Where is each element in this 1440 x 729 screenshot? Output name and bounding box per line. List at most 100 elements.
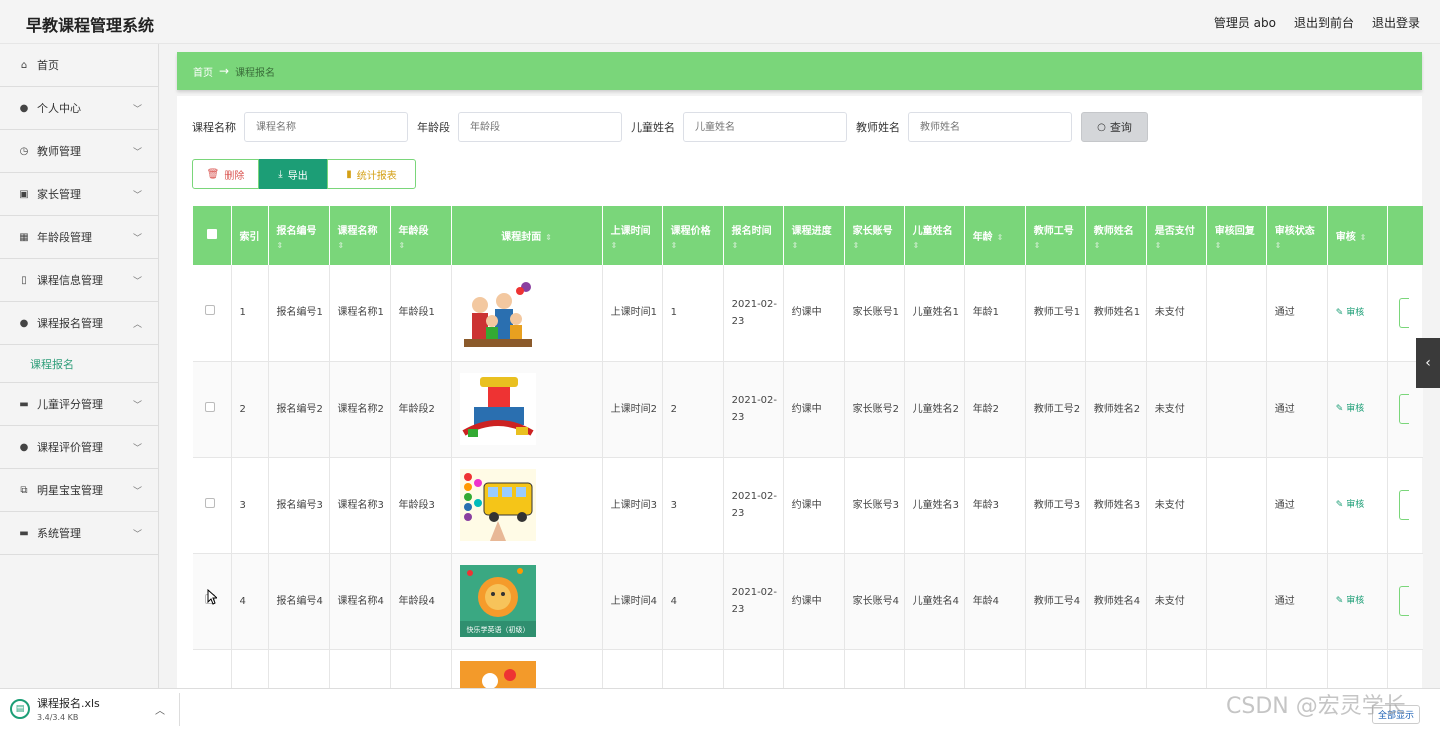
sort-icon[interactable]: ⇕ (277, 241, 329, 250)
sidebar-item-9[interactable]: ⧉ 明星宝宝管理 ﹀ (0, 469, 158, 512)
select-all-checkbox[interactable] (193, 206, 232, 265)
audit-button[interactable]: ✎ 审核 (1336, 404, 1364, 414)
sort-icon[interactable]: ⇕ (545, 233, 552, 242)
column-header[interactable]: 索引 (231, 206, 269, 265)
sidebar-item-6[interactable]: ● 课程报名管理 ︿ (0, 302, 158, 345)
row-action-button[interactable] (1398, 490, 1409, 520)
cell-price: 1 (662, 265, 724, 362)
cell-progress: 约课中 (783, 457, 845, 554)
column-header (1387, 206, 1423, 265)
download-item[interactable]: ▤ 课程报名.xls 3.4/3.4 KB (10, 695, 100, 722)
teacher-name-input[interactable] (908, 112, 1072, 142)
column-header[interactable]: 审核状态 ⇕ (1266, 206, 1328, 265)
column-header[interactable]: 上课时间 ⇕ (602, 206, 663, 265)
column-header[interactable]: 课程进度 ⇕ (783, 206, 845, 265)
audit-button[interactable]: ✎ 审核 (1336, 596, 1364, 606)
sidebar-item-0[interactable]: ⌂ 首页 (0, 44, 158, 87)
sort-icon[interactable]: ⇕ (671, 241, 723, 250)
search-button[interactable]: ○ 查询 (1081, 112, 1148, 142)
column-header-label: 教师姓名 (1093, 225, 1134, 237)
sidebar-subitem-enrollment[interactable]: 课程报名 (0, 345, 158, 383)
sidebar-item-5[interactable]: ▯ 课程信息管理 ﹀ (0, 259, 158, 302)
sort-icon[interactable]: ⇕ (997, 233, 1004, 242)
sort-icon[interactable]: ⇕ (853, 241, 904, 250)
chevron-up-icon[interactable]: ︿ (155, 702, 165, 717)
sort-icon[interactable]: ⇕ (913, 241, 964, 250)
sort-icon[interactable]: ⇕ (792, 241, 844, 250)
audit-cell: ✎ 审核 (1327, 553, 1388, 650)
column-header[interactable]: 儿童姓名 ⇕ (904, 206, 965, 265)
cell-idx: 2 (231, 361, 269, 458)
column-header[interactable]: 家长账号 ⇕ (844, 206, 905, 265)
row-checkbox[interactable] (205, 497, 215, 508)
arrow-right-icon: → (219, 64, 230, 78)
sort-icon[interactable]: ⇕ (1155, 241, 1206, 250)
table-row: 1 报名编号1 课程名称1 年龄段1 上课时间1 1 2021-02-23 约课中 家长账号1 儿… (193, 265, 1423, 362)
search-row: 课程名称 年龄段 儿童姓名 教师姓名 ○ 查询 (192, 112, 1148, 142)
sidebar-item-8[interactable]: ● 课程评价管理 ﹀ (0, 426, 158, 469)
column-header[interactable]: 是否支付 ⇕ (1146, 206, 1207, 265)
sort-icon[interactable]: ⇕ (399, 241, 451, 250)
sort-icon[interactable]: ⇕ (1275, 241, 1327, 250)
cell-child: 儿童姓名2 (904, 361, 965, 458)
sort-icon[interactable]: ⇕ (338, 241, 390, 250)
chevron-down-icon: ﹀ (132, 487, 142, 497)
sidebar-item-2[interactable]: ◷ 教师管理 ﹀ (0, 130, 158, 173)
cell-parent: 家长账号4 (844, 553, 905, 650)
course-cover-image (451, 457, 603, 554)
column-header[interactable]: 课程封面 ⇕ (451, 206, 603, 265)
sidebar-item-label: 课程报名管理 (37, 317, 103, 330)
row-checkbox[interactable] (205, 401, 215, 412)
audit-button[interactable]: ✎ 审核 (1336, 500, 1364, 510)
column-header[interactable]: 报名时间 ⇕ (723, 206, 784, 265)
sort-icon[interactable]: ⇕ (1034, 241, 1085, 250)
collapse-side-tab[interactable]: ‹ (1416, 338, 1440, 388)
sort-icon[interactable]: ⇕ (1360, 233, 1367, 242)
cell-paid: 未支付 (1146, 265, 1207, 362)
sidebar-item-4[interactable]: ▦ 年龄段管理 ﹀ (0, 216, 158, 259)
row-action-button[interactable] (1398, 297, 1409, 328)
sidebar-item-10[interactable]: ▬ 系统管理 ﹀ (0, 512, 158, 555)
row-checkbox[interactable] (205, 305, 215, 316)
cell-status: 通过 (1266, 457, 1328, 554)
column-header-label: 课程价格 (670, 225, 711, 237)
chevron-down-icon: ﹀ (132, 234, 142, 244)
audit-button[interactable]: ✎ 审核 (1336, 308, 1364, 318)
breadcrumb-home[interactable]: 首页 (193, 64, 213, 79)
cell-paid: 未支付 (1146, 361, 1207, 458)
age-group-input[interactable] (458, 112, 622, 142)
sidebar-item-1[interactable]: ● 个人中心 ﹀ (0, 87, 158, 130)
column-header[interactable]: 审核 ⇕ (1327, 206, 1388, 265)
column-header[interactable]: 教师姓名 ⇕ (1085, 206, 1147, 265)
sort-icon[interactable]: ⇕ (732, 241, 783, 250)
audit-cell: ✎ 审核 (1327, 457, 1388, 554)
column-header[interactable]: 教师工号 ⇕ (1025, 206, 1086, 265)
row-actions-cell (1387, 553, 1423, 650)
column-header[interactable]: 课程名称 ⇕ (329, 206, 391, 265)
sidebar-item-3[interactable]: ▣ 家长管理 ﹀ (0, 173, 158, 216)
app-title: 早教课程管理系统 (26, 16, 155, 35)
sort-icon[interactable]: ⇕ (611, 241, 662, 250)
sort-icon[interactable]: ⇕ (1094, 241, 1146, 250)
sidebar-item-7[interactable]: ▬ 儿童评分管理 ﹀ (0, 383, 158, 426)
column-header[interactable]: 年龄段 ⇕ (390, 206, 452, 265)
column-header[interactable]: 审核回复 ⇕ (1206, 206, 1267, 265)
cell-course: 课程名称3 (329, 457, 391, 554)
chevron-left-icon: ‹ (1425, 355, 1431, 371)
delete-button[interactable]: 🗑 删除 (192, 159, 259, 189)
column-header[interactable]: 年龄 ⇕ (964, 206, 1026, 265)
export-button[interactable]: ⤓ 导出 (259, 159, 327, 189)
logout-link[interactable]: 退出登录 (1372, 14, 1420, 31)
back-to-front-link[interactable]: 退出到前台 (1294, 14, 1354, 31)
column-header[interactable]: 报名编号 ⇕ (268, 206, 330, 265)
sort-icon[interactable]: ⇕ (1215, 241, 1266, 250)
table-row: 4 报名编号4 课程名称4 年龄段4 快乐学英语（初级） 上课时间4 4 2021-02-23… (193, 553, 1423, 650)
child-name-input[interactable] (683, 112, 847, 142)
row-action-button[interactable] (1398, 586, 1409, 616)
row-action-button[interactable] (1398, 394, 1409, 424)
column-header[interactable]: 课程价格 ⇕ (662, 206, 724, 265)
cell-course: 课程名称2 (329, 361, 391, 458)
stats-report-button[interactable]: ▮ 统计报表 (327, 159, 416, 189)
sidebar-item-label: 课程评价管理 (37, 441, 103, 454)
course-name-input[interactable] (244, 112, 408, 142)
